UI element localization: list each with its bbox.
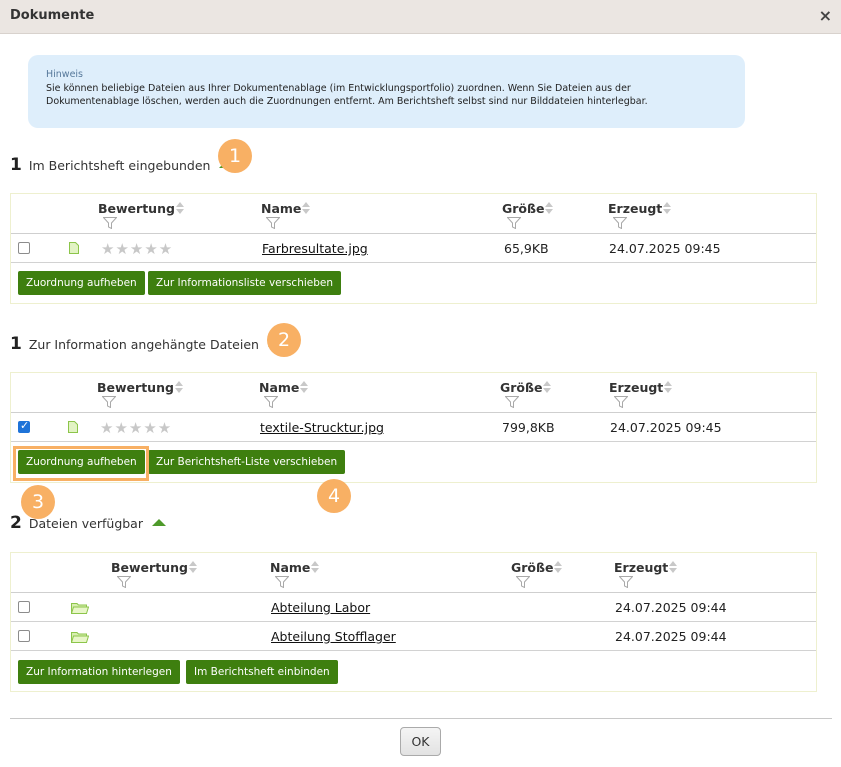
move-to-berichtsheft-button[interactable]: Zur Berichtsheft-Liste verschieben bbox=[148, 450, 346, 474]
column-header-name[interactable]: Name bbox=[270, 560, 320, 575]
table-row[interactable]: ★★★★★ textile-Strucktur.jpg 799,8KB 24.0… bbox=[11, 413, 816, 442]
folder-name-link[interactable]: Abteilung Stofflager bbox=[271, 629, 396, 644]
file-name-link[interactable]: textile-Strucktur.jpg bbox=[260, 420, 384, 435]
column-header-bewertung[interactable]: Bewertung bbox=[97, 380, 183, 395]
table-header: Bewertung Name Größe Erzeugt bbox=[11, 553, 816, 593]
filter-icon[interactable] bbox=[505, 396, 519, 408]
column-header-erzeugt[interactable]: Erzeugt bbox=[608, 201, 672, 216]
file-icon bbox=[68, 421, 78, 433]
file-created: 24.07.2025 09:45 bbox=[610, 420, 722, 435]
section-label: Zur Information angehängte Dateien bbox=[28, 337, 259, 352]
row-checkbox[interactable] bbox=[18, 419, 30, 433]
filter-icon[interactable] bbox=[117, 576, 131, 588]
column-header-erzeugt[interactable]: Erzeugt bbox=[609, 380, 673, 395]
section-berichtsheft-title: 1 Im Berichtsheft eingebunden bbox=[10, 155, 234, 175]
section-count: 2 bbox=[10, 513, 22, 533]
section-verfuegbar-title: 2 Dateien verfügbar bbox=[10, 513, 166, 533]
zur-information-hinterlegen-button[interactable]: Zur Information hinterlegen bbox=[18, 660, 180, 684]
ok-button[interactable]: OK bbox=[400, 727, 441, 756]
callout-badge-1: 1 bbox=[218, 139, 252, 173]
column-header-name[interactable]: Name bbox=[259, 380, 309, 395]
sort-icon[interactable] bbox=[663, 202, 672, 214]
sort-icon[interactable] bbox=[669, 561, 678, 573]
rating-stars[interactable]: ★★★★★ bbox=[101, 240, 173, 258]
hint-text: Sie können beliebige Dateien aus Ihrer D… bbox=[46, 83, 648, 107]
column-header-bewertung[interactable]: Bewertung bbox=[98, 201, 184, 216]
column-header-name[interactable]: Name bbox=[261, 201, 311, 216]
section-count: 1 bbox=[10, 155, 22, 175]
filter-icon[interactable] bbox=[507, 217, 521, 229]
table-verfuegbar: Bewertung Name Größe Erzeugt Abteilung L… bbox=[10, 552, 817, 692]
sort-icon[interactable] bbox=[554, 561, 563, 573]
section-information-title: 1 Zur Information angehängte Dateien bbox=[10, 334, 282, 354]
sort-icon[interactable] bbox=[545, 202, 554, 214]
file-size: 65,9KB bbox=[504, 241, 549, 256]
filter-icon[interactable] bbox=[516, 576, 530, 588]
table-header: Bewertung Name Größe Erzeugt bbox=[11, 373, 816, 413]
filter-icon[interactable] bbox=[103, 217, 117, 229]
table-berichtsheft: Bewertung Name Größe Erzeugt ★★★★★ Farbr… bbox=[10, 193, 817, 304]
row-checkbox[interactable] bbox=[18, 630, 30, 642]
sort-icon[interactable] bbox=[543, 381, 552, 393]
file-icon bbox=[69, 242, 79, 254]
filter-icon[interactable] bbox=[619, 576, 633, 588]
callout-badge-2: 2 bbox=[267, 323, 301, 357]
filter-icon[interactable] bbox=[102, 396, 116, 408]
filter-icon[interactable] bbox=[614, 396, 628, 408]
sort-icon[interactable] bbox=[174, 381, 183, 393]
highlight-frame bbox=[13, 446, 149, 481]
filter-icon[interactable] bbox=[613, 217, 627, 229]
sort-icon[interactable] bbox=[300, 381, 309, 393]
table-row[interactable]: Abteilung Labor 24.07.2025 09:44 bbox=[11, 593, 816, 622]
folder-icon bbox=[71, 632, 89, 643]
section-count: 1 bbox=[10, 334, 22, 354]
move-to-informationsliste-button[interactable]: Zur Informationsliste verschieben bbox=[148, 271, 342, 295]
rating-stars[interactable]: ★★★★★ bbox=[100, 419, 172, 437]
filter-icon[interactable] bbox=[275, 576, 289, 588]
filter-icon[interactable] bbox=[266, 217, 280, 229]
column-header-groesse[interactable]: Größe bbox=[500, 380, 552, 395]
sort-icon[interactable] bbox=[188, 561, 197, 573]
file-created: 24.07.2025 09:45 bbox=[609, 241, 721, 256]
zuordnung-aufheben-button[interactable]: Zuordnung aufheben bbox=[18, 271, 145, 295]
column-header-bewertung[interactable]: Bewertung bbox=[111, 560, 197, 575]
dialog-titlebar: Dokumente × bbox=[0, 0, 841, 34]
collapse-arrow-icon[interactable] bbox=[151, 519, 166, 526]
section-label: Dateien verfügbar bbox=[28, 516, 143, 531]
sort-icon[interactable] bbox=[311, 561, 320, 573]
sort-icon[interactable] bbox=[175, 202, 184, 214]
sort-icon[interactable] bbox=[664, 381, 673, 393]
filter-icon[interactable] bbox=[264, 396, 278, 408]
footer-divider bbox=[10, 718, 832, 719]
file-name-link[interactable]: Farbresultate.jpg bbox=[262, 241, 368, 256]
folder-created: 24.07.2025 09:44 bbox=[615, 600, 727, 615]
table-header: Bewertung Name Größe Erzeugt bbox=[11, 194, 816, 234]
column-header-groesse[interactable]: Größe bbox=[502, 201, 554, 216]
folder-icon bbox=[71, 603, 89, 614]
folder-name-link[interactable]: Abteilung Labor bbox=[271, 600, 370, 615]
sort-icon[interactable] bbox=[302, 202, 311, 214]
column-header-erzeugt[interactable]: Erzeugt bbox=[614, 560, 678, 575]
close-icon[interactable]: × bbox=[819, 6, 832, 25]
row-checkbox[interactable] bbox=[18, 601, 30, 613]
section-label: Im Berichtsheft eingebunden bbox=[28, 158, 211, 173]
callout-badge-4: 4 bbox=[317, 479, 351, 513]
row-checkbox[interactable] bbox=[18, 242, 30, 254]
file-size: 799,8KB bbox=[502, 420, 555, 435]
folder-created: 24.07.2025 09:44 bbox=[615, 629, 727, 644]
hint-title: Hinweis bbox=[46, 69, 84, 80]
table-row[interactable]: ★★★★★ Farbresultate.jpg 65,9KB 24.07.202… bbox=[11, 234, 816, 263]
im-berichtsheft-einbinden-button[interactable]: Im Berichtsheft einbinden bbox=[186, 660, 338, 684]
hint-box: Hinweis Sie können beliebige Dateien aus… bbox=[28, 55, 745, 128]
dialog-title: Dokumente bbox=[10, 8, 95, 23]
column-header-groesse[interactable]: Größe bbox=[511, 560, 563, 575]
table-row[interactable]: Abteilung Stofflager 24.07.2025 09:44 bbox=[11, 622, 816, 651]
